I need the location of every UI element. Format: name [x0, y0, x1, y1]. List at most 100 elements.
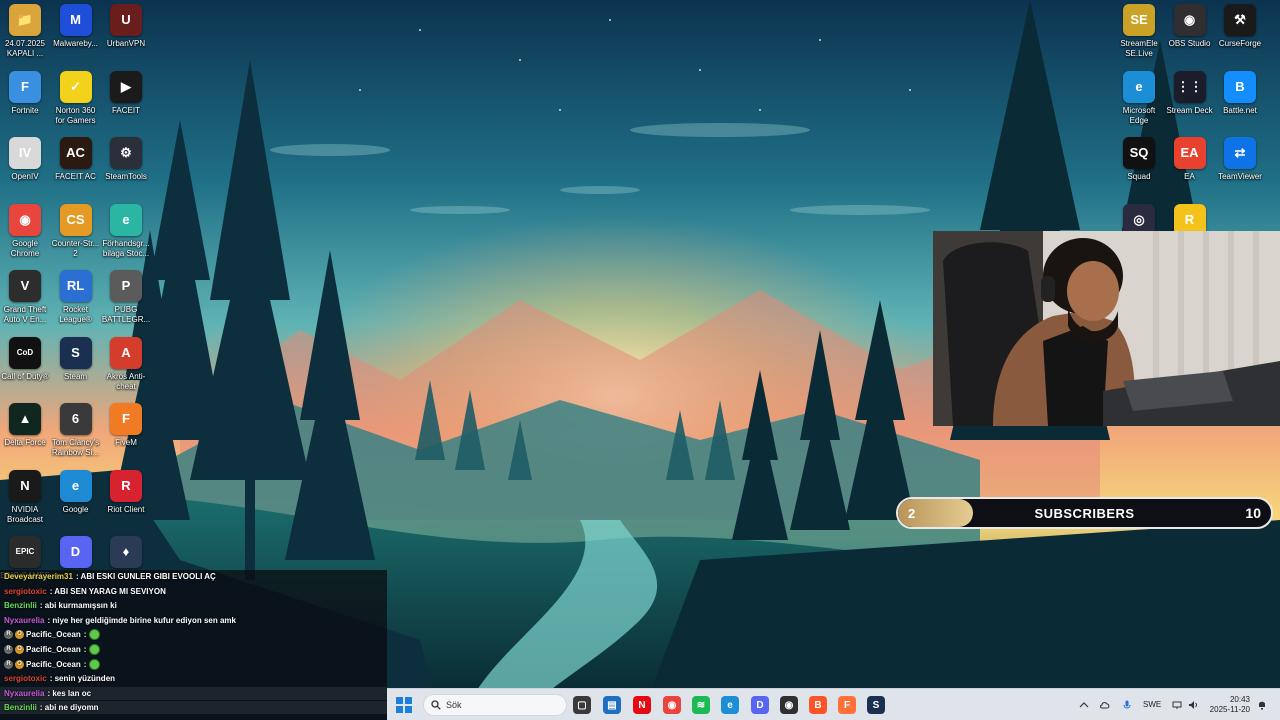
cod-icon: CoD	[9, 336, 41, 369]
desktop-shortcut[interactable]: N NVIDIA Broadcast	[0, 469, 50, 525]
chat-username[interactable]: Benzinlii	[4, 599, 37, 612]
desktop-shortcut[interactable]: D	[51, 536, 101, 571]
desktop-shortcut-label: NVIDIA Broadcast	[6, 504, 44, 524]
volume-icon[interactable]	[1188, 700, 1198, 710]
desktop-shortcut[interactable]: RL Rocket League®	[51, 270, 101, 325]
chat-emote-icon	[89, 658, 101, 670]
desktop-shortcut[interactable]: e Microsoft Edge	[1114, 70, 1164, 126]
chat-username[interactable]: Pacific_Ocean	[26, 628, 81, 641]
desktop-shortcut[interactable]: ◉ OBS Studio	[1165, 4, 1215, 49]
steam-taskbar-icon[interactable]: S	[867, 696, 885, 714]
netflix-icon[interactable]: N	[633, 696, 651, 714]
spotify-icon[interactable]: ≋	[692, 696, 710, 714]
desktop-shortcut[interactable]: IV OpenIV	[0, 137, 50, 182]
desktop-shortcut[interactable]: EA EA	[1165, 137, 1215, 182]
chat-message-text: : ABI ESKI GUNLER GIBI EVOOLI AÇ	[75, 572, 216, 581]
folder-icon: 📁	[9, 4, 41, 36]
fivem-icon: F	[110, 403, 142, 435]
desktop-shortcut[interactable]: F FiveM	[101, 403, 151, 448]
desktop-shortcut[interactable]: ⚒ CurseForge	[1215, 4, 1265, 49]
subscriber-goal-label: SUBSCRIBERS	[1034, 506, 1135, 521]
edge-taskbar-icon[interactable]: e	[721, 696, 739, 714]
chrome-icon: ◉	[9, 203, 41, 236]
chat-username[interactable]: Pacific_Ocean	[26, 658, 81, 671]
start-button[interactable]	[396, 697, 412, 713]
desktop-shortcut-label: Stream Deck	[1166, 105, 1213, 115]
desktop-shortcut[interactable]: ⚙ SteamTools	[101, 137, 151, 182]
desktop-shortcut-label: EA	[1184, 172, 1195, 181]
chat-username[interactable]: sergiotoxic	[4, 672, 47, 685]
desktop-shortcut[interactable]: ⋮⋮ Stream Deck	[1165, 70, 1215, 116]
desktop-shortcut[interactable]: ⇄ TeamViewer	[1215, 137, 1265, 182]
desktop-shortcut-label: OpenIV	[11, 172, 39, 181]
desktop-shortcut[interactable]: U UrbanVPN	[101, 4, 151, 49]
desktop-shortcut-label: FACEIT	[111, 105, 140, 115]
desktop-shortcut[interactable]: F Fortnite	[0, 70, 50, 116]
chat-message-text: :	[83, 630, 87, 640]
desktop-shortcut-label: CurseForge	[1218, 39, 1262, 48]
desktop-shortcut-label: StreamEle SE.Live	[1120, 39, 1158, 58]
desktop-shortcut[interactable]: 6 Tom Clancy's Rainbow Si...	[51, 403, 101, 458]
chat-username[interactable]: Nyxaurelia	[4, 614, 44, 627]
desktop-shortcut[interactable]: SQ Squad	[1114, 137, 1164, 182]
desktop-shortcut[interactable]: CoD Call of Duty®	[0, 336, 50, 382]
edge-icon: e	[110, 203, 142, 236]
desktop-shortcut[interactable]: ✓ Norton 360 for Gamers	[51, 70, 101, 126]
chat-username[interactable]: sergiotoxic	[4, 585, 47, 598]
brave-icon[interactable]: B	[809, 696, 827, 714]
desktop-shortcut[interactable]: e Google	[51, 469, 101, 515]
desktop-shortcut-label: Delta Force	[4, 438, 46, 447]
curseforge-icon: ⚒	[1224, 4, 1256, 36]
desktop-shortcut[interactable]: 📁 24.07.2025 KAPALI ...	[0, 4, 50, 59]
chrome-taskbar-icon[interactable]: ◉	[663, 696, 681, 714]
system-clock[interactable]: 20:43 2025-11-20	[1210, 695, 1250, 715]
desktop-shortcut[interactable]: SE StreamEle SE.Live	[1114, 4, 1164, 59]
chat-username[interactable]: Nyxaurelia	[4, 687, 44, 700]
desktop-shortcut-label: Google Chrome	[10, 238, 40, 258]
desktop-shortcut[interactable]: B Battle.net	[1215, 70, 1265, 116]
epic-icon: EPIC	[9, 536, 41, 568]
rainbow-six-icon: 6	[59, 403, 92, 435]
desktop-shortcut[interactable]: CS Counter-Str... 2	[51, 203, 101, 259]
desktop-shortcut[interactable]: A Akros Anti-cheat	[101, 336, 151, 392]
language-indicator[interactable]: SWE	[1143, 700, 1161, 710]
chat-username[interactable]: Pacific_Ocean	[26, 643, 81, 656]
chat-username[interactable]: Deveyarrayerim31	[4, 570, 73, 583]
desktop-shortcut-label: Akros Anti-cheat	[106, 371, 146, 391]
notification-bell-icon[interactable]	[1257, 700, 1267, 710]
desktop-shortcut[interactable]: V Grand Theft Auto V En...	[0, 270, 50, 325]
desktop-shortcut-label: Riot Client	[107, 504, 145, 514]
desktop-shortcut[interactable]: e Förhandsgr... bilaga Stoc...	[101, 203, 151, 259]
rocket-game-icon: ♦	[110, 536, 142, 568]
chat-message: Deveyarrayerim31: ABI ESKI GUNLER GIBI E…	[4, 570, 216, 583]
taskbar-search-box[interactable]: Sök	[423, 694, 567, 716]
firefox-icon[interactable]: F	[838, 696, 856, 714]
discord-taskbar-icon[interactable]: D	[751, 696, 769, 714]
urbanvpn-icon: U	[110, 4, 142, 36]
steam-icon: S	[59, 336, 92, 369]
ea-icon: EA	[1173, 137, 1206, 169]
desktop-shortcut-label: Google	[62, 504, 89, 514]
microphone-icon[interactable]	[1122, 700, 1132, 710]
cloud-icon[interactable]	[1100, 700, 1110, 710]
desktop-shortcut[interactable]: R Riot Client	[101, 469, 151, 515]
desktop-shortcut-label: Malwareby...	[53, 39, 98, 48]
desktop-shortcut[interactable]: ◉ Google Chrome	[0, 203, 50, 259]
task-view-icon[interactable]: ▢	[573, 696, 591, 714]
chat-username[interactable]: Benzinlii	[4, 701, 37, 714]
desktop-shortcut[interactable]: AC FACEIT AC	[51, 137, 101, 182]
file-explorer-icon[interactable]: ▤	[603, 696, 621, 714]
desktop-shortcut[interactable]: ▶ FACEIT	[101, 70, 151, 116]
network-icon[interactable]	[1172, 700, 1182, 710]
desktop-shortcut[interactable]: P PUBG BATTLEGR...	[101, 270, 151, 325]
desktop-shortcut[interactable]: M Malwareby...	[51, 4, 101, 49]
faceit-ac-icon: AC	[59, 137, 92, 169]
desktop-shortcut-label: Counter-Str... 2	[51, 238, 100, 258]
desktop-shortcut[interactable]: S Steam	[51, 336, 101, 382]
desktop-shortcut-label: PUBG BATTLEGR...	[101, 305, 151, 324]
chevron-up-icon[interactable]	[1079, 700, 1089, 710]
obs-taskbar-icon[interactable]: ◉	[780, 696, 798, 714]
desktop-shortcut[interactable]: ♦	[101, 536, 151, 571]
desktop-shortcut[interactable]: ▲ Delta Force	[0, 403, 50, 448]
riot-icon: R	[110, 469, 142, 502]
